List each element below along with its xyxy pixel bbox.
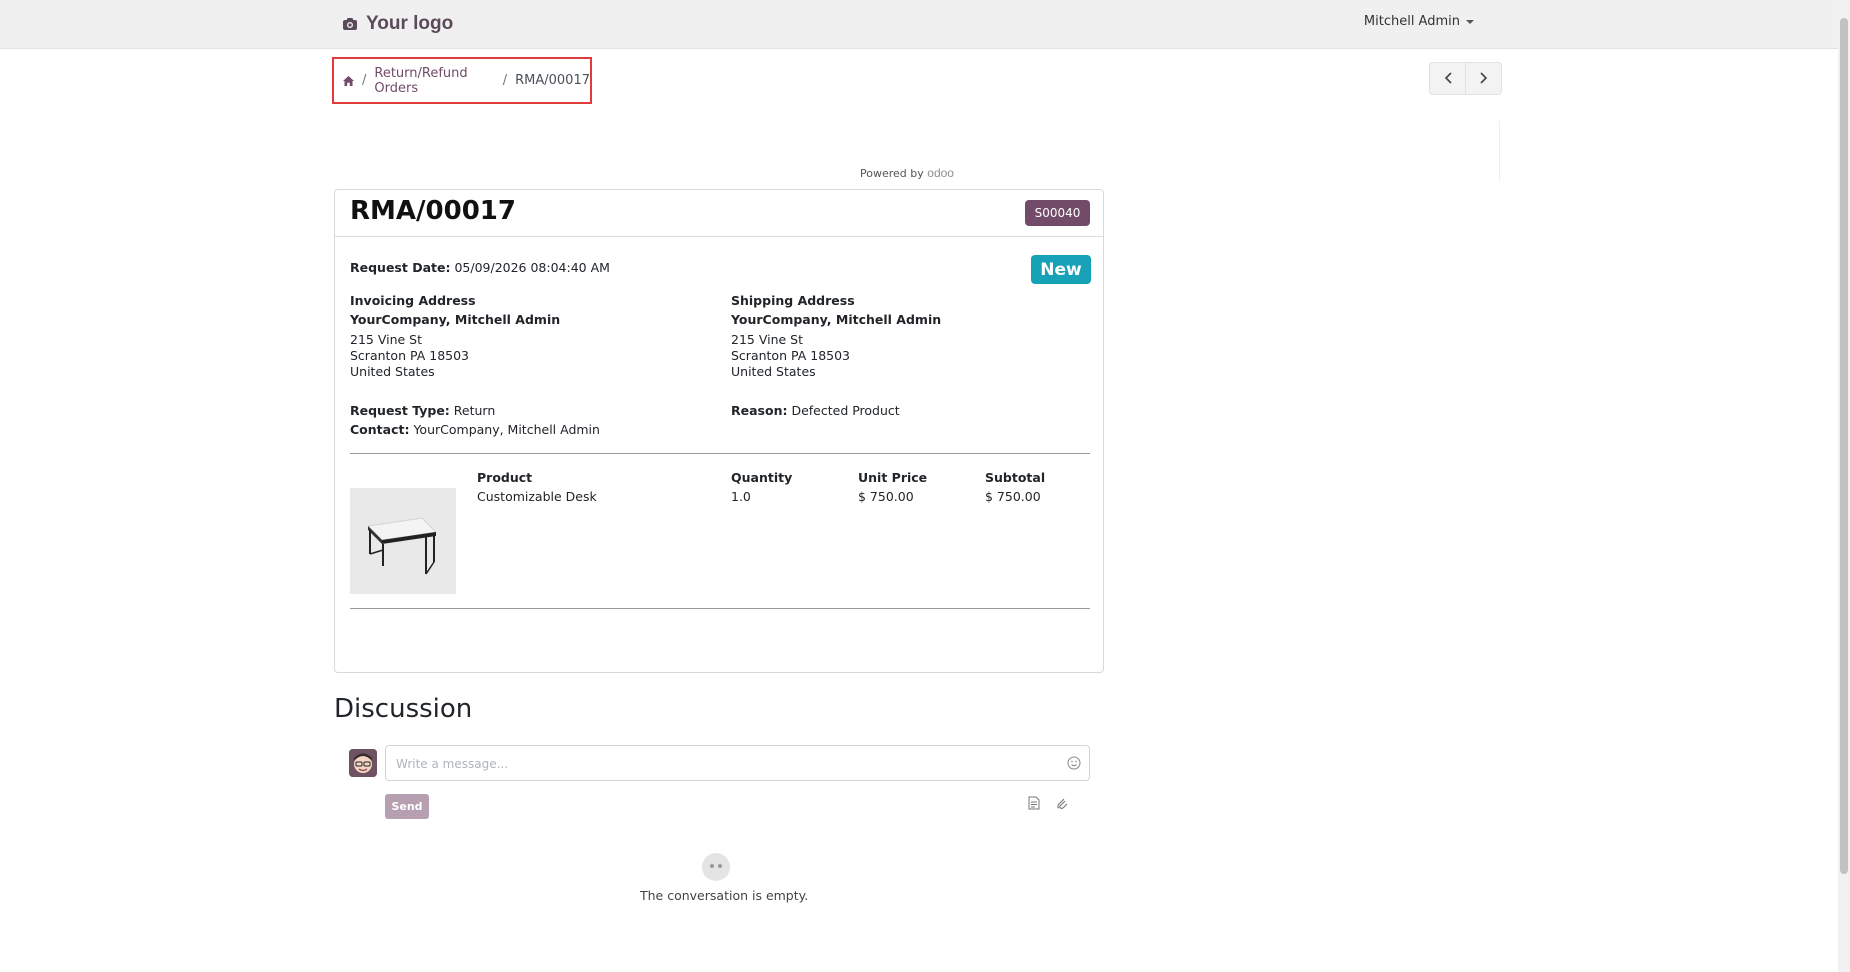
column-header-subtotal: Subtotal [985, 470, 1046, 485]
subtotal-cell: $ 750.00 [985, 489, 1041, 504]
scrollbar-thumb[interactable] [1840, 18, 1848, 874]
reason-value: Defected Product [791, 403, 900, 418]
sale-order-badge[interactable]: S00040 [1025, 200, 1090, 226]
shipping-street: 215 Vine St [731, 332, 804, 347]
send-button[interactable]: Send [385, 794, 429, 819]
powered-by-prefix: Powered by [860, 167, 924, 180]
message-composer [385, 745, 1090, 781]
chevron-left-icon [1444, 69, 1452, 88]
company-logo[interactable]: Your logo [342, 10, 453, 38]
breadcrumb-current: RMA/00017 [515, 73, 590, 88]
file-text-icon[interactable] [1028, 795, 1042, 811]
chevron-right-icon [1479, 69, 1488, 88]
top-navbar: Your logo Mitchell Admin [0, 0, 1838, 49]
invoicing-country: United States [350, 364, 435, 379]
shipping-country: United States [731, 364, 816, 379]
product-name-cell: Customizable Desk [477, 489, 597, 504]
product-image [350, 488, 456, 594]
page-scrollbar[interactable] [1838, 0, 1850, 972]
record-pager [1429, 62, 1502, 95]
request-type-label: Request Type: [350, 403, 450, 418]
request-date-label: Request Date: [350, 260, 451, 275]
caret-down-icon [1466, 19, 1474, 24]
shipping-city: Scranton PA 18503 [731, 348, 851, 363]
section-divider [350, 453, 1090, 454]
user-name: Mitchell Admin [1363, 14, 1460, 29]
camera-icon [342, 17, 358, 31]
unit-price-cell: $ 750.00 [858, 489, 914, 504]
breadcrumb-link-return-refund-orders[interactable]: Return/Refund Orders [374, 66, 494, 96]
quantity-cell: 1.0 [731, 489, 751, 504]
reason-row: Reason: Defected Product [731, 403, 900, 418]
request-type-row: Request Type: Return [350, 403, 495, 418]
column-header-product: Product [477, 470, 533, 485]
message-input[interactable] [394, 754, 1048, 774]
emoji-icon[interactable] [1067, 755, 1081, 770]
reason-label: Reason: [731, 403, 788, 418]
invoicing-address-label: Invoicing Address [350, 293, 476, 308]
request-type-value: Return [453, 403, 496, 418]
empty-conversation-text: The conversation is empty. [640, 888, 809, 903]
previous-record-button[interactable] [1429, 62, 1466, 95]
invoicing-name: YourCompany, Mitchell Admin [350, 312, 561, 327]
next-record-button[interactable] [1466, 62, 1502, 95]
breadcrumb: / Return/Refund Orders / RMA/00017 [332, 57, 592, 104]
rma-card: RMA/00017 S00040 Request Date: 05/09/202… [334, 189, 1104, 673]
rma-card-header: RMA/00017 S00040 [335, 190, 1103, 237]
avatar [349, 749, 377, 777]
shipping-address-label: Shipping Address [731, 293, 855, 308]
invoicing-street: 215 Vine St [350, 332, 423, 347]
odoo-brand-link[interactable]: odoo [927, 166, 954, 180]
contact-label: Contact: [350, 422, 410, 437]
breadcrumb-separator: / [502, 73, 508, 88]
rma-title: RMA/00017 [350, 196, 516, 226]
empty-conversation-icon [702, 853, 730, 881]
table-bottom-divider [350, 608, 1090, 609]
contact-value: YourCompany, Mitchell Admin [413, 422, 600, 437]
logo-text: Your logo [366, 13, 454, 34]
status-badge: New [1031, 255, 1091, 284]
paperclip-icon[interactable] [1056, 795, 1070, 811]
request-date-row: Request Date: 05/09/2026 08:04:40 AM [350, 260, 610, 275]
column-header-unit-price: Unit Price [858, 470, 928, 485]
contact-row: Contact: YourCompany, Mitchell Admin [350, 422, 600, 437]
user-menu-dropdown[interactable]: Mitchell Admin [1364, 14, 1474, 29]
column-header-quantity: Quantity [731, 470, 793, 485]
divider [1499, 121, 1500, 181]
request-date-value: 05/09/2026 08:04:40 AM [454, 260, 610, 275]
home-icon[interactable] [343, 75, 354, 86]
invoicing-city: Scranton PA 18503 [350, 348, 470, 363]
breadcrumb-separator: / [362, 73, 367, 88]
shipping-name: YourCompany, Mitchell Admin [731, 312, 942, 327]
powered-by: Powered by odoo [860, 166, 954, 180]
discussion-heading: Discussion [334, 694, 473, 724]
